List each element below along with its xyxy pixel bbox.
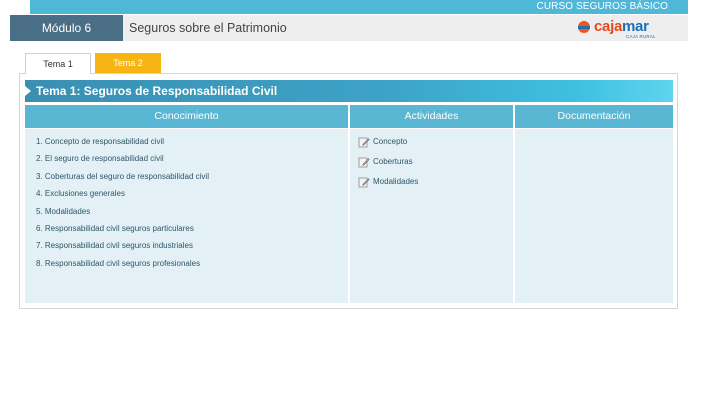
activity-item[interactable]: Coberturas (358, 155, 418, 175)
tab-tema-1[interactable]: Tema 1 (25, 53, 91, 74)
documentation-column (515, 129, 673, 303)
section-title: Tema 1: Seguros de Responsabilidad Civil (36, 84, 278, 98)
section-header: Tema 1: Seguros de Responsabilidad Civil (25, 80, 673, 102)
knowledge-item[interactable]: 7. Responsabilidad civil seguros industr… (36, 241, 209, 258)
column-header-documentation: Documentación (515, 105, 673, 128)
column-header-activities: Actividades (350, 105, 513, 128)
activity-item[interactable]: Modalidades (358, 175, 418, 195)
knowledge-list: 1. Concepto de responsabilidad civil 2. … (36, 137, 209, 276)
activity-label: Coberturas (373, 157, 413, 166)
logo-ball-icon (578, 21, 590, 33)
knowledge-item[interactable]: 5. Modalidades (36, 207, 209, 224)
knowledge-item[interactable]: 6. Responsabilidad civil seguros particu… (36, 224, 209, 241)
logo-subtitle: CAJA RURAL (626, 34, 656, 39)
knowledge-item[interactable]: 8. Responsabilidad civil seguros profesi… (36, 259, 209, 276)
column-header-knowledge: Conocimiento (25, 105, 348, 128)
activity-label: Concepto (373, 137, 408, 146)
course-title: CURSO SEGUROS BÁSICO (536, 1, 668, 12)
tab-tema-2[interactable]: Tema 2 (95, 53, 161, 74)
knowledge-item[interactable]: 4. Exclusiones generales (36, 189, 209, 206)
activity-label: Modalidades (373, 177, 419, 186)
edit-icon (358, 177, 370, 188)
activities-list: Concepto Coberturas Modalidades (358, 135, 418, 195)
logo-wordmark: cajamar (594, 18, 649, 35)
course-bar: CURSO SEGUROS BÁSICO (30, 0, 688, 14)
knowledge-item[interactable]: 1. Concepto de responsabilidad civil (36, 137, 209, 154)
knowledge-item[interactable]: 2. El seguro de responsabilidad civil (36, 154, 209, 171)
module-title: Seguros sobre el Patrimonio (129, 21, 287, 35)
cajamar-logo: cajamar CAJA RURAL (574, 18, 660, 40)
knowledge-item[interactable]: 3. Coberturas del seguro de responsabili… (36, 172, 209, 189)
edit-icon (358, 137, 370, 148)
module-label: Módulo 6 (10, 15, 123, 41)
activity-item[interactable]: Concepto (358, 135, 418, 155)
triangle-right-icon (25, 86, 31, 96)
edit-icon (358, 157, 370, 168)
